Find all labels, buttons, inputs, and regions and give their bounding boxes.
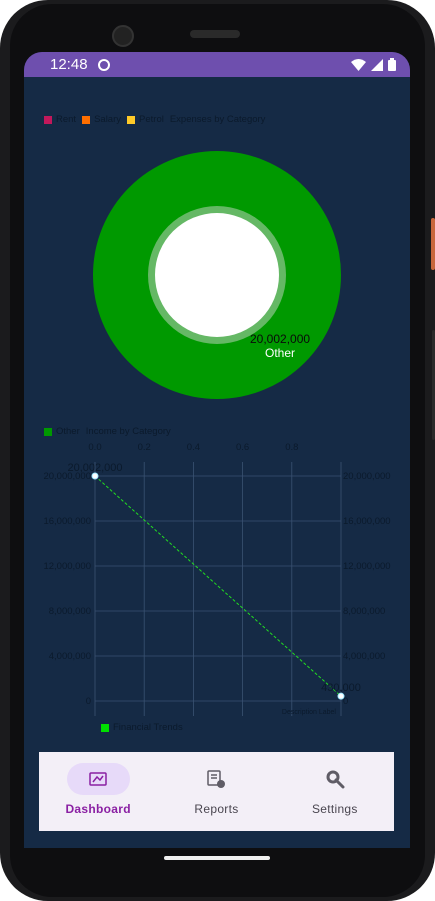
donut-hole [155,213,279,337]
y-tick-label-right: 4,000,000 [343,651,385,662]
status-icons [351,58,396,71]
wifi-icon [351,58,366,71]
reports-icon [207,770,226,788]
legend-label-rent: Rent [56,114,77,125]
legend-swatch-financial-trends [101,723,109,732]
financial-trends-legend: Financial Trends [101,722,189,733]
nav-label-reports: Reports [194,802,239,816]
nav-pill-reports [185,763,248,795]
y-tick-label-right: 12,000,000 [343,561,391,572]
legend-label-petrol: Petrol [139,114,164,125]
nav-pill-settings [303,763,366,795]
x-tick-label-top: 0.2 [138,442,151,453]
phone-frame: 12:48 Rent Salary Petrol Expenses by Cat… [0,0,435,901]
legend-label-salary: Salary [94,114,122,125]
expenses-donut-chart[interactable] [92,150,342,400]
y-tick-label-left: 4,000,000 [49,651,91,662]
pie-slice-value-label: 20,002,000 [250,332,311,346]
nav-item-reports[interactable]: Reports [157,752,275,831]
y-tick-label-left: 0 [86,696,91,707]
nav-label-dashboard: Dashboard [65,802,131,816]
speaker-grille [190,30,240,38]
y-tick-label-right: 8,000,000 [343,606,385,617]
settings-icon [326,770,345,789]
y-tick-label-right: 16,000,000 [343,516,391,527]
battery-icon [388,58,396,71]
status-bar: 12:48 [24,52,410,77]
y-tick-label-left: 16,000,000 [43,516,91,527]
legend-swatch-petrol [127,115,136,124]
power-button[interactable] [431,218,435,270]
pie-legend: Rent Salary Petrol Expenses by Category [44,114,271,125]
pie-chart-description: Expenses by Category [169,114,266,125]
dashboard-icon [89,772,107,786]
pie-slice-name-label: Other [265,346,296,360]
legend-swatch-salary [82,115,91,124]
bottom-navigation: Dashboard Reports Settings [39,752,394,831]
legend-swatch-other [44,427,52,436]
chart-description-label: Description Label [282,709,337,716]
x-tick-label-top: 0.6 [236,442,249,453]
nav-label-settings: Settings [311,802,358,816]
nav-pill-dashboard [66,763,130,795]
legend-swatch-rent [44,115,52,124]
notification-icon [97,58,110,71]
status-time: 12:48 [50,56,88,73]
x-tick-label-top: 0.0 [88,442,101,453]
nav-item-settings[interactable]: Settings [276,752,394,831]
app-screen: 12:48 Rent Salary Petrol Expenses by Cat… [24,52,410,848]
camera-icon [112,25,134,47]
income-line-chart[interactable]: 20,000,000 20,000,00016,000,000 16,000,000… [24,436,410,746]
data-value-label: 20,002,000 [67,462,122,474]
nav-item-dashboard[interactable]: Dashboard [39,752,157,831]
y-tick-label-left: 12,000,000 [43,561,91,572]
y-tick-label-right: 20,000,000 [343,471,391,482]
legend-label-financial-trends: Financial Trends [113,722,183,733]
series-line-financial-trends [94,475,342,697]
y-tick-label-left: 8,000,000 [49,606,91,617]
data-value-label: 430,000 [321,682,361,694]
signal-icon [371,58,383,71]
x-tick-label-top: 0.4 [187,442,200,453]
home-indicator[interactable] [164,856,270,860]
x-tick-label-top: 0.8 [285,442,298,453]
